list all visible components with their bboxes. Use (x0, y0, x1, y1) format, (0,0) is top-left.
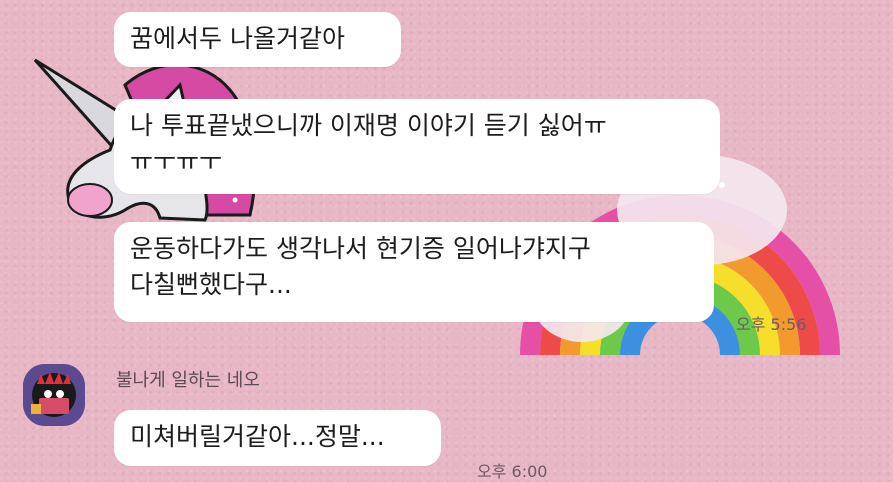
message-bubble-4[interactable]: 미쳐버릴거같아...정말... (114, 410, 441, 466)
message-timestamp: 오후 6:00 (477, 462, 548, 481)
message-text-line-1: 나 투표끝냈으니까 이재명 이야기 듣기 싫어ㅠ (130, 111, 607, 140)
message-bubble-3[interactable]: 운동하다가도 생각나서 현기증 일어나갸지구 다칠뻔했다구... (114, 222, 714, 322)
message-bubble-1[interactable]: 꿈에서두 나올거같아 (114, 12, 401, 67)
message-text: 미쳐버릴거같아...정말... (130, 422, 385, 451)
message-bubble-2[interactable]: 나 투표끝냈으니까 이재명 이야기 듣기 싫어ㅠ ㅠㅜㅠㅜ (114, 99, 720, 194)
sender-name: 불나게 일하는 네오 (116, 370, 260, 391)
avatar[interactable] (23, 364, 85, 426)
message-text-line-1: 운동하다가도 생각나서 현기증 일어나갸지구 (130, 234, 591, 263)
neo-avatar-icon (23, 364, 85, 426)
message-text-line-2: ㅠㅜㅠㅜ (130, 147, 223, 176)
message-text: 꿈에서두 나올거같아 (130, 24, 345, 53)
message-timestamp: 오후 5:56 (736, 315, 807, 334)
message-text-line-2: 다칠뻔했다구... (130, 270, 292, 299)
